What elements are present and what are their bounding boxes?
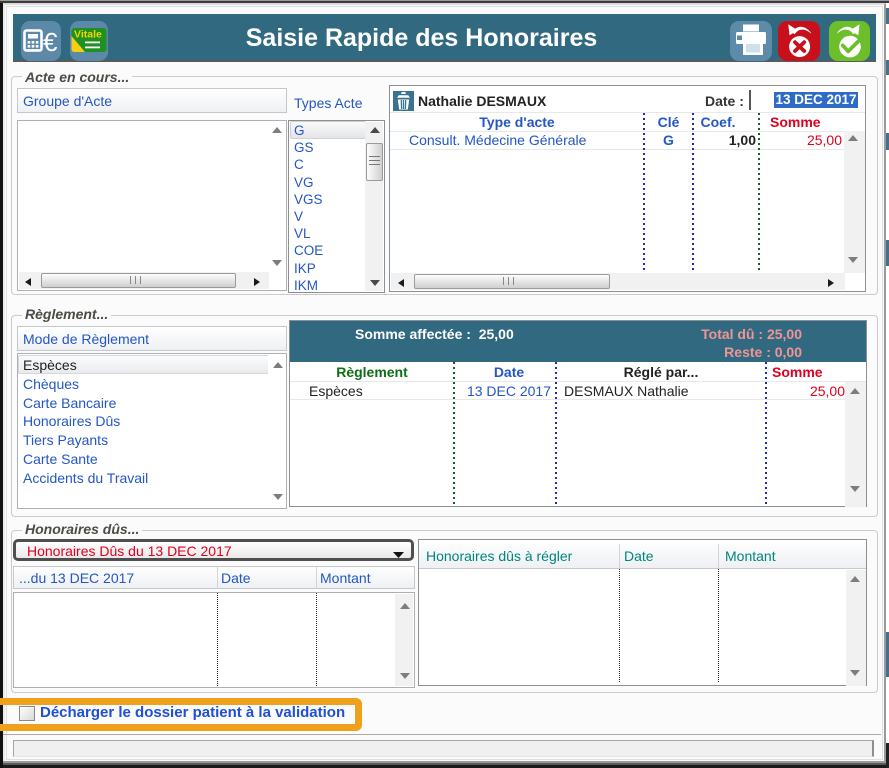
svg-text:€: €: [43, 27, 58, 57]
svg-text:Vitale: Vitale: [74, 29, 102, 41]
